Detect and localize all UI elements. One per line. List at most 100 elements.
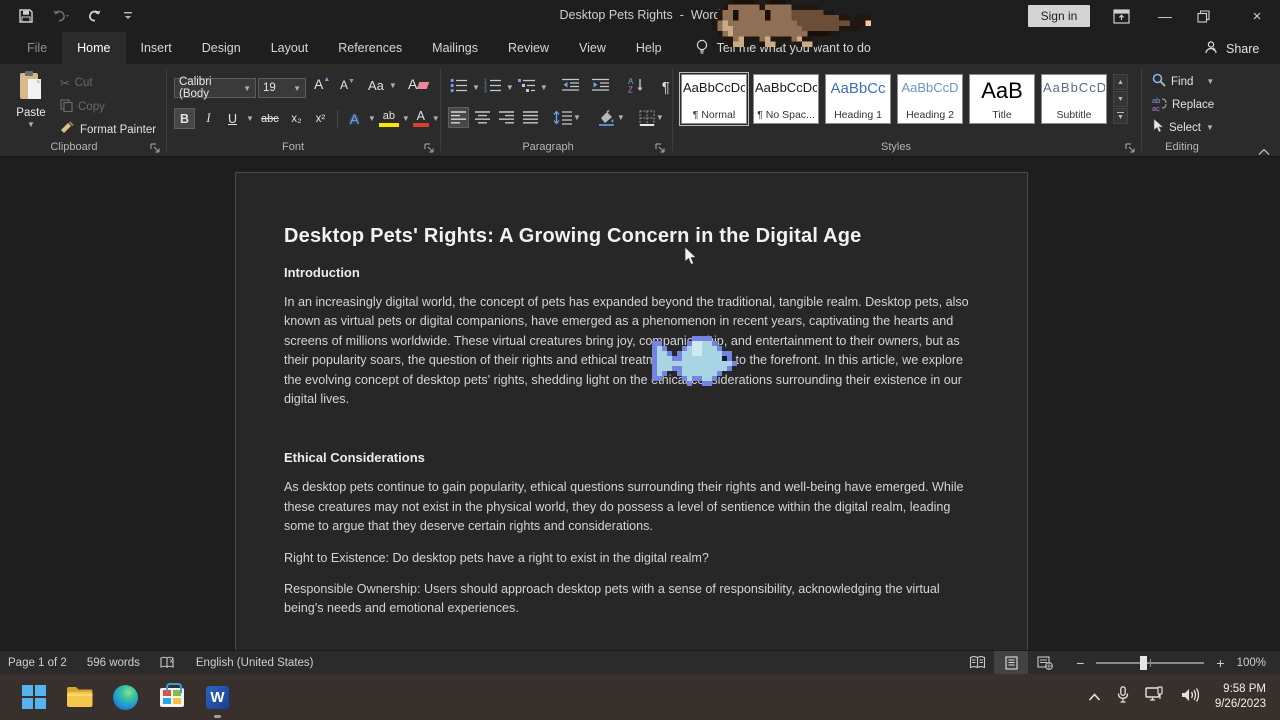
- restore-button[interactable]: [1184, 0, 1222, 32]
- zoom-level[interactable]: 100%: [1237, 657, 1266, 669]
- heading-introduction: Introduction: [284, 265, 979, 280]
- select-button[interactable]: Select▼: [1152, 119, 1214, 136]
- subscript-button[interactable]: x₂: [286, 108, 307, 129]
- edge-browser-icon[interactable]: [112, 684, 139, 711]
- styles-gallery-more-icon[interactable]: ▼: [1113, 108, 1128, 124]
- format-painter-button[interactable]: Format Painter: [60, 121, 156, 138]
- style-heading-2[interactable]: AaBbCcD Heading 2: [897, 74, 963, 124]
- network-icon[interactable]: [1145, 686, 1165, 708]
- highlight-caret[interactable]: ▼: [402, 114, 410, 123]
- find-button[interactable]: Find▼: [1152, 73, 1214, 90]
- superscript-button[interactable]: x²: [310, 108, 331, 129]
- file-explorer-icon[interactable]: [66, 684, 93, 711]
- fish-pet-sprite[interactable]: [652, 336, 742, 391]
- paragraph-dialog-launcher-icon[interactable]: [655, 143, 666, 154]
- word-taskbar-icon[interactable]: W: [204, 684, 231, 711]
- shrink-font-button[interactable]: A▼: [340, 78, 355, 92]
- increase-indent-icon[interactable]: [592, 78, 610, 97]
- zoom-in-button[interactable]: +: [1216, 655, 1224, 671]
- tab-mailings[interactable]: Mailings: [417, 32, 493, 64]
- share-button[interactable]: Share: [1204, 40, 1259, 58]
- styles-scroll-up-icon[interactable]: ▲: [1113, 74, 1128, 90]
- justify-icon[interactable]: [520, 107, 541, 128]
- document-page[interactable]: Desktop Pets' Rights: A Growing Concern …: [235, 172, 1028, 650]
- copy-button: Copy: [60, 99, 105, 115]
- word-count[interactable]: 596 words: [87, 657, 140, 669]
- clipboard-dialog-launcher-icon[interactable]: [150, 143, 161, 154]
- underline-button[interactable]: U: [222, 108, 243, 129]
- zoom-slider[interactable]: [1096, 662, 1204, 664]
- minimize-button[interactable]: —: [1146, 0, 1184, 32]
- tab-help[interactable]: Help: [621, 32, 677, 64]
- align-right-icon[interactable]: [496, 107, 517, 128]
- zoom-out-button[interactable]: −: [1076, 655, 1084, 671]
- align-center-icon[interactable]: [472, 107, 493, 128]
- microsoft-store-icon[interactable]: [158, 684, 185, 711]
- rodent-pet-sprite[interactable]: [712, 0, 871, 52]
- heading-ethical-considerations: Ethical Considerations: [284, 450, 979, 465]
- paste-button[interactable]: Paste ▼: [10, 70, 52, 129]
- style-subtitle[interactable]: AaBbCcD Subtitle: [1041, 74, 1107, 124]
- font-name-select[interactable]: Calibri (Body▼: [174, 78, 256, 98]
- speaker-icon[interactable]: [1181, 687, 1199, 708]
- taskbar-clock[interactable]: 9:58 PM 9/26/2023: [1215, 682, 1266, 712]
- style-no-spacing[interactable]: AaBbCcDc ¶ No Spac...: [753, 74, 819, 124]
- styles-scroll-down-icon[interactable]: ▼: [1113, 91, 1128, 107]
- bullets-icon[interactable]: [450, 78, 468, 98]
- align-left-icon[interactable]: [448, 107, 469, 128]
- style-title[interactable]: AaB Title: [969, 74, 1035, 124]
- style-heading-1[interactable]: AaBbCc Heading 1: [825, 74, 891, 124]
- zoom-slider-thumb[interactable]: [1140, 656, 1147, 670]
- tab-references[interactable]: References: [323, 32, 417, 64]
- print-layout-icon[interactable]: [994, 651, 1028, 674]
- tab-design[interactable]: Design: [187, 32, 256, 64]
- strikethrough-button[interactable]: abc: [257, 108, 283, 129]
- read-mode-icon[interactable]: [960, 651, 994, 674]
- close-button[interactable]: ×: [1238, 0, 1276, 32]
- numbering-icon[interactable]: 123: [484, 78, 502, 98]
- replace-button[interactable]: abac Replace: [1152, 96, 1214, 114]
- font-dialog-launcher-icon[interactable]: [424, 143, 435, 154]
- multilevel-list-icon[interactable]: [518, 78, 536, 98]
- shading-icon[interactable]: ▼: [597, 110, 625, 126]
- clear-formatting-button[interactable]: A: [408, 76, 428, 92]
- text-effects-caret[interactable]: ▼: [368, 114, 376, 123]
- tab-view[interactable]: View: [564, 32, 621, 64]
- paragraph-group-label: Paragraph: [500, 141, 596, 153]
- font-color-button[interactable]: A: [413, 110, 429, 127]
- ribbon-tab-row: File Home Insert Design Layout Reference…: [0, 32, 1280, 64]
- show-hide-pilcrow-icon[interactable]: ¶: [662, 79, 670, 96]
- tray-chevron-icon[interactable]: [1088, 688, 1101, 706]
- tab-home[interactable]: Home: [62, 32, 125, 64]
- italic-button[interactable]: I: [198, 108, 219, 129]
- font-size-select[interactable]: 19▼: [258, 78, 306, 98]
- tab-review[interactable]: Review: [493, 32, 564, 64]
- sort-icon[interactable]: AZ: [628, 77, 646, 98]
- underline-caret[interactable]: ▼: [246, 114, 254, 123]
- page-indicator[interactable]: Page 1 of 2: [8, 657, 67, 669]
- text-effects-button[interactable]: A: [344, 108, 365, 129]
- language-indicator[interactable]: English (United States): [196, 657, 314, 669]
- proofing-errors-icon[interactable]: x: [160, 656, 176, 670]
- microphone-icon[interactable]: [1117, 686, 1129, 708]
- tab-layout[interactable]: Layout: [256, 32, 324, 64]
- copy-icon: [60, 99, 73, 115]
- web-layout-icon[interactable]: [1028, 651, 1062, 674]
- highlight-button[interactable]: ab: [379, 111, 399, 127]
- ribbon-display-options-icon[interactable]: [1110, 7, 1132, 26]
- borders-icon[interactable]: ▼: [639, 110, 664, 126]
- start-button[interactable]: [20, 684, 47, 711]
- font-color-caret[interactable]: ▼: [432, 114, 440, 123]
- taskbar: W 9:58 PM 9/26/2023: [0, 674, 1280, 720]
- ribbon: Paste ▼ ✂Cut Copy Format Painter Clipboa…: [0, 64, 1280, 157]
- change-case-button[interactable]: Aa▼: [368, 78, 397, 93]
- decrease-indent-icon[interactable]: [562, 78, 580, 97]
- sign-in-button[interactable]: Sign in: [1028, 5, 1090, 27]
- title-bar: Desktop Pets Rights - Word Sign in — ×: [0, 0, 1280, 32]
- grow-font-button[interactable]: A▲: [314, 76, 330, 92]
- line-spacing-icon[interactable]: ▼: [553, 110, 581, 125]
- tab-file[interactable]: File: [12, 32, 62, 64]
- tab-insert[interactable]: Insert: [126, 32, 187, 64]
- style-normal[interactable]: AaBbCcDc ¶ Normal: [681, 74, 747, 124]
- bold-button[interactable]: B: [174, 108, 195, 129]
